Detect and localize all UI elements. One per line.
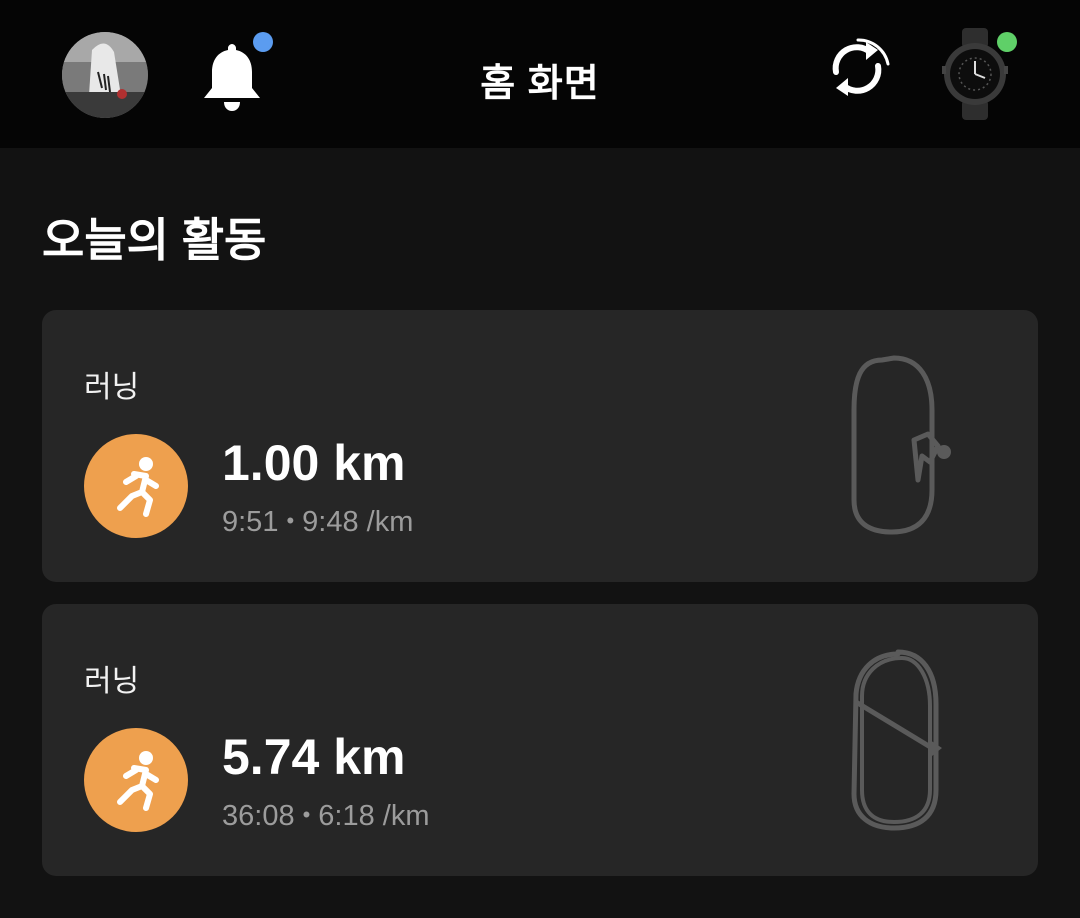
page-title: 홈 화면	[480, 63, 600, 105]
activity-card[interactable]: 러닝 5.74 km 36:08 • 6:18 /km	[42, 604, 1038, 876]
activity-card[interactable]: 러닝 1.00 km 9:51 • 9:48 /km	[42, 310, 1038, 582]
top-app-bar: 홈 화면	[0, 0, 1080, 148]
activity-duration: 36:08	[222, 800, 295, 832]
activity-type-label: 러닝	[84, 371, 140, 404]
sync-icon[interactable]	[822, 34, 892, 104]
activity-duration: 9:51	[222, 506, 279, 538]
activity-stats: 9:51 • 9:48 /km	[222, 506, 413, 539]
activity-type-label: 러닝	[84, 665, 140, 698]
stats-separator: •	[302, 802, 311, 827]
running-icon	[84, 728, 188, 832]
route-map-thumbnail	[851, 649, 942, 831]
stats-separator: •	[286, 508, 295, 533]
activity-pace: 6:18 /km	[318, 800, 430, 832]
activity-distance: 1.00 km	[222, 435, 406, 491]
activity-distance: 5.74 km	[222, 729, 406, 785]
device-connected-badge	[997, 32, 1017, 52]
notification-badge	[253, 32, 273, 52]
activity-stats: 36:08 • 6:18 /km	[222, 800, 430, 833]
activity-pace: 9:48 /km	[302, 506, 414, 538]
route-map-thumbnail	[851, 355, 951, 535]
running-icon	[84, 434, 188, 538]
section-title-today-activity: 오늘의 활동	[42, 214, 267, 266]
